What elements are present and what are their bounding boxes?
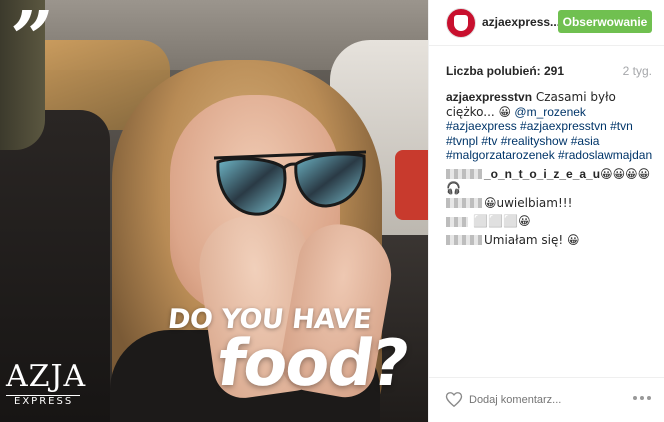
more-dot (640, 396, 644, 400)
logo-divider (6, 395, 80, 396)
add-comment-input[interactable] (469, 392, 619, 408)
post-time[interactable]: 2 tyg. (623, 64, 652, 78)
post-footer (429, 377, 664, 422)
heart-icon[interactable] (445, 391, 463, 408)
comment-text: ⬜⬜⬜😀 (473, 214, 531, 228)
redacted-username (446, 169, 482, 180)
azja-express-logo: AZJA EXPRESS (6, 362, 86, 407)
more-dot (633, 396, 637, 400)
caption-comment: azjaexpresstvn Czasami było ciężko... 😀 … (446, 90, 654, 163)
street-red-car (395, 150, 428, 220)
post-header: azjaexpress... Obserwowanie (429, 0, 664, 46)
avatar-emblem-icon (454, 15, 468, 31)
sunglasses (213, 150, 367, 216)
redacted-username (446, 235, 482, 246)
comment-item: Umiałam się! 😀 (446, 233, 654, 248)
post-info-panel: azjaexpress... Obserwowanie Liczba polub… (428, 0, 664, 422)
comment-item: ⬜⬜⬜😀 (446, 214, 654, 229)
more-options-icon[interactable] (633, 396, 651, 402)
likes-count: 291 (544, 64, 565, 78)
profile-avatar[interactable] (446, 8, 476, 38)
likes-row: Liczba polubień: 291 2 tyg. (446, 64, 652, 80)
comment-author-link[interactable]: _o_n_t_o_i_z_e_a_u (484, 167, 600, 181)
more-dot (647, 396, 651, 400)
redacted-username (446, 198, 482, 209)
logo-main-text: AZJA (6, 359, 87, 394)
comment-text: Umiałam się! 😀 (484, 232, 580, 247)
comment-text: 😀uwielbiam!!! (484, 195, 573, 210)
comments-list: azjaexpresstvn Czasami było ciężko... 😀 … (446, 90, 654, 251)
logo-sub-text: EXPRESS (14, 396, 74, 407)
post-image[interactable]: ” DO YOU HAVE food? AZJA EXPRESS (0, 0, 428, 422)
likes-link[interactable]: Liczba polubień: 291 (446, 64, 564, 78)
comment-item: _o_n_t_o_i_z_e_a_u😀😀😀😀🎧 😀uwielbiam!!! (446, 167, 654, 211)
username-link[interactable]: azjaexpress... (482, 15, 560, 29)
image-caption-line-2: food? (212, 327, 412, 401)
caption-author-link[interactable]: azjaexpresstvn (446, 90, 532, 104)
redacted-username (446, 216, 468, 227)
likes-label: Liczba polubień: (446, 64, 544, 78)
follow-button[interactable]: Obserwowanie (558, 10, 652, 33)
